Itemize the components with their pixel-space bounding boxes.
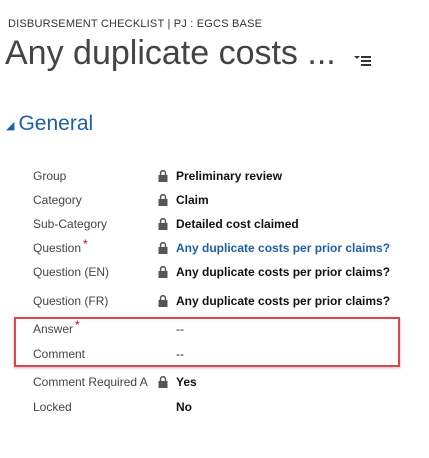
field-row-question-en: Question (EN) Any duplicate costs per pr… bbox=[33, 262, 423, 282]
field-row-comment-required: Comment Required A Yes bbox=[33, 372, 423, 392]
lock-icon bbox=[158, 266, 176, 278]
field-value: Detailed cost claimed bbox=[176, 217, 299, 231]
field-value: Yes bbox=[176, 375, 197, 389]
field-label-text: Answer bbox=[33, 322, 74, 336]
field-value: Any duplicate costs per prior claims? bbox=[176, 294, 391, 308]
field-row-question: Question * Any duplicate costs per prior … bbox=[33, 237, 423, 258]
field-row-locked[interactable]: Locked No bbox=[33, 397, 423, 417]
field-row-subcategory: Sub-Category Detailed cost claimed bbox=[33, 214, 423, 234]
field-label: Question (EN) bbox=[33, 265, 110, 279]
lock-icon bbox=[158, 295, 176, 307]
section-title: General bbox=[18, 112, 94, 135]
field-label: Locked bbox=[33, 400, 72, 414]
field-label: Sub-Category bbox=[33, 217, 108, 231]
locked-field[interactable]: No bbox=[176, 400, 192, 414]
question-link[interactable]: Any duplicate costs per prior claims? bbox=[176, 241, 390, 255]
field-row-question-fr: Question (FR) Any duplicate costs per pr… bbox=[33, 291, 423, 311]
menu-icon[interactable] bbox=[354, 54, 372, 68]
comment-field[interactable]: -- bbox=[176, 347, 184, 361]
required-marker: * bbox=[83, 237, 88, 251]
required-marker: * bbox=[75, 318, 80, 332]
breadcrumb: DISBURSEMENT CHECKLIST | PJ : EGCS BASE bbox=[8, 18, 263, 30]
answer-field[interactable]: -- bbox=[176, 322, 184, 336]
field-label: Question (FR) bbox=[33, 294, 109, 308]
field-label: Group bbox=[33, 169, 67, 183]
lock-icon bbox=[158, 194, 176, 206]
field-value: Preliminary review bbox=[176, 169, 283, 183]
field-row-category: Category Claim bbox=[33, 190, 423, 210]
field-row-answer[interactable]: Answer * -- bbox=[33, 318, 423, 339]
page-title: Any duplicate costs ... bbox=[5, 34, 336, 72]
field-row-group: Group Preliminary review bbox=[33, 166, 423, 186]
lock-icon bbox=[158, 376, 176, 388]
field-value: Claim bbox=[176, 193, 209, 207]
lock-icon bbox=[158, 218, 176, 230]
field-label-text: Question bbox=[33, 241, 82, 255]
collapse-arrow-icon: ◢ bbox=[6, 119, 15, 132]
field-value: Any duplicate costs per prior claims? bbox=[176, 265, 391, 279]
field-label: Category bbox=[33, 193, 82, 207]
field-label: Comment bbox=[33, 347, 86, 361]
field-label: Question * bbox=[33, 237, 158, 255]
field-label: Comment Required A bbox=[33, 375, 148, 389]
lock-icon bbox=[158, 242, 176, 254]
lock-icon bbox=[158, 170, 176, 182]
field-label: Answer * bbox=[33, 318, 158, 336]
field-row-comment[interactable]: Comment -- bbox=[33, 344, 423, 364]
section-header-general[interactable]: ◢ General bbox=[6, 112, 93, 136]
